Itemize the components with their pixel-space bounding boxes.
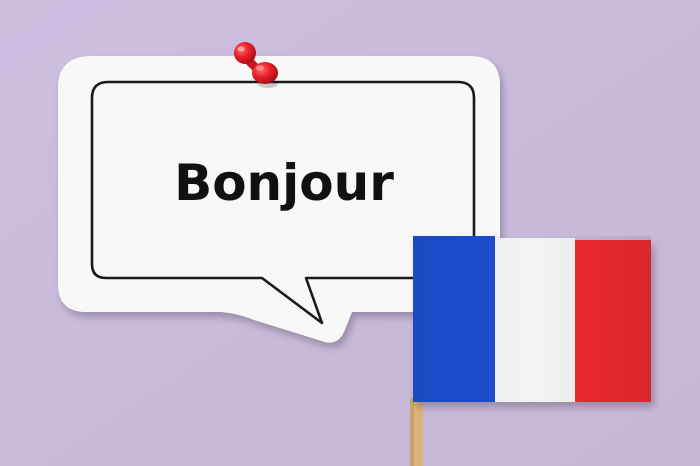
photo-scene: Bonjour <box>0 0 700 466</box>
greeting-text: Bonjour <box>174 154 394 212</box>
flag-fold-shading <box>413 236 651 402</box>
scene-svg: Bonjour <box>0 0 700 466</box>
flag-stick-shade <box>410 398 414 466</box>
